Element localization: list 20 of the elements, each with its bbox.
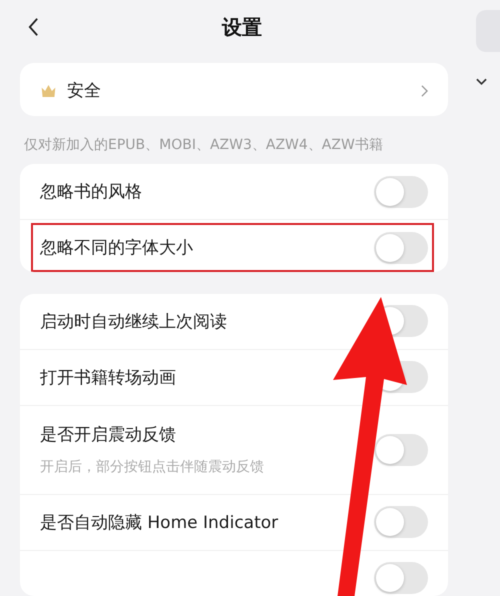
chevron-down-icon[interactable] xyxy=(476,78,487,86)
security-row[interactable]: 安全 xyxy=(20,63,448,116)
toggle-switch[interactable] xyxy=(374,506,428,538)
back-icon[interactable] xyxy=(28,17,39,37)
setting-label: 安全 xyxy=(67,80,102,102)
setting-label: 打开书籍转场动画 xyxy=(40,366,177,389)
toggle-switch[interactable] xyxy=(374,434,428,466)
chevron-right-icon[interactable] xyxy=(421,84,428,97)
section-note: 仅对新加入的EPUB、MOBI、AZW3、AZW4、AZW书籍 xyxy=(23,136,384,156)
toggle-switch[interactable] xyxy=(374,562,428,594)
setting-label: 忽略书的风格 xyxy=(40,181,143,204)
setting-label: 是否开启震动反馈 xyxy=(40,424,177,446)
toggle-switch[interactable] xyxy=(374,232,428,264)
setting-label: 启动时自动继续上次阅读 xyxy=(40,310,228,333)
crown-icon xyxy=(40,84,57,98)
page-title: 设置 xyxy=(222,14,262,41)
setting-description: 开启后，部分按钮点击伴随震动反馈 xyxy=(40,458,265,476)
setting-label: 忽略不同的字体大小 xyxy=(40,237,194,260)
setting-label: 是否自动隐藏 Home Indicator xyxy=(40,512,280,534)
toggle-switch[interactable] xyxy=(374,176,428,208)
